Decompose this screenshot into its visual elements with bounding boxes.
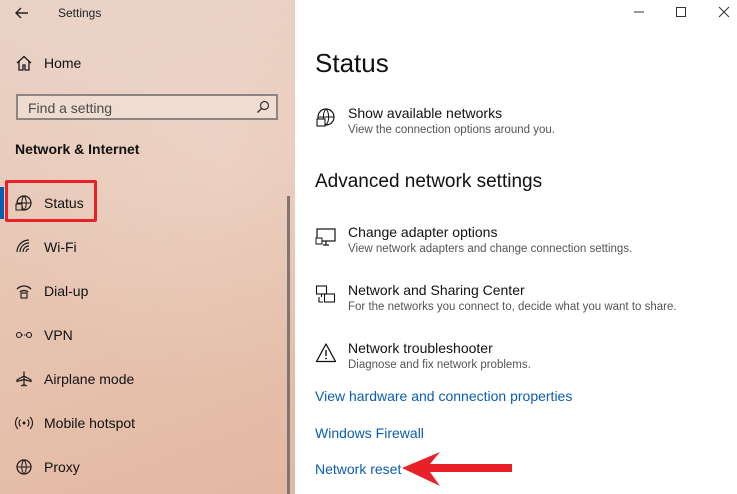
search-input[interactable]	[26, 98, 250, 118]
sidebar-item-proxy[interactable]: Proxy	[0, 450, 295, 484]
hotspot-icon	[15, 414, 33, 432]
advanced-heading: Advanced network settings	[315, 171, 543, 192]
item-description: For the networks you connect to, decide …	[348, 301, 677, 313]
sidebar-item-airplane-mode[interactable]: Airplane mode	[0, 362, 295, 396]
globe-network-icon	[315, 107, 337, 129]
item-title: Show available networks	[348, 105, 503, 121]
monitor-icon	[315, 226, 337, 248]
view-hardware-properties-link[interactable]: View hardware and connection properties	[315, 388, 572, 404]
sidebar-item-label: Proxy	[44, 459, 80, 475]
sharing-center-icon	[315, 284, 337, 306]
vpn-icon	[15, 326, 33, 344]
sidebar-scrollbar[interactable]	[287, 196, 290, 494]
network-sharing-center[interactable]: Network and Sharing Center For the netwo…	[315, 282, 725, 322]
sidebar-item-label: Mobile hotspot	[44, 415, 136, 431]
section-heading: Network & Internet	[15, 141, 140, 157]
main-content: Status Show available networks View the …	[295, 0, 737, 494]
show-available-networks[interactable]: Show available networks View the connect…	[315, 105, 725, 145]
dialup-icon	[15, 282, 33, 300]
airplane-icon	[15, 370, 33, 388]
sidebar-item-label: Wi-Fi	[44, 239, 77, 255]
title-bar: Settings	[0, 0, 295, 26]
sidebar-item-label: Airplane mode	[44, 371, 135, 387]
close-icon[interactable]	[709, 2, 737, 22]
item-description: View the connection options around you.	[348, 124, 555, 136]
item-description: Diagnose and fix network problems.	[348, 359, 531, 371]
search-box[interactable]	[16, 94, 278, 120]
item-description: View network adapters and change connect…	[348, 243, 633, 255]
home-label: Home	[44, 55, 82, 71]
globe-icon	[15, 458, 33, 476]
annotation-arrow-icon	[402, 452, 512, 486]
maximize-icon[interactable]	[666, 2, 696, 22]
sidebar-item-dialup[interactable]: Dial-up	[0, 274, 295, 308]
minimize-icon[interactable]	[624, 2, 654, 22]
sidebar-item-mobile-hotspot[interactable]: Mobile hotspot	[0, 406, 295, 440]
sidebar-item-label: Dial-up	[44, 283, 89, 299]
item-title: Network and Sharing Center	[348, 282, 525, 298]
network-reset-link[interactable]: Network reset	[315, 461, 401, 477]
search-icon[interactable]	[256, 100, 270, 114]
sidebar-item-label: VPN	[44, 327, 73, 343]
warning-icon	[315, 342, 337, 364]
change-adapter-options[interactable]: Change adapter options View network adap…	[315, 224, 725, 264]
sidebar: Settings Home Network & Internet Status …	[0, 0, 295, 494]
item-title: Change adapter options	[348, 224, 498, 240]
network-troubleshooter[interactable]: Network troubleshooter Diagnose and fix …	[315, 340, 725, 380]
item-title: Network troubleshooter	[348, 340, 493, 356]
sidebar-item-vpn[interactable]: VPN	[0, 318, 295, 352]
page-title: Status	[315, 48, 389, 78]
sidebar-item-wifi[interactable]: Wi-Fi	[0, 230, 295, 264]
annotation-highlight-box	[5, 180, 97, 222]
windows-firewall-link[interactable]: Windows Firewall	[315, 425, 424, 441]
back-arrow-icon[interactable]	[12, 3, 32, 23]
home-button[interactable]: Home	[0, 46, 295, 80]
app-title: Settings	[58, 6, 102, 20]
wifi-icon	[15, 238, 33, 256]
home-icon	[15, 54, 33, 72]
